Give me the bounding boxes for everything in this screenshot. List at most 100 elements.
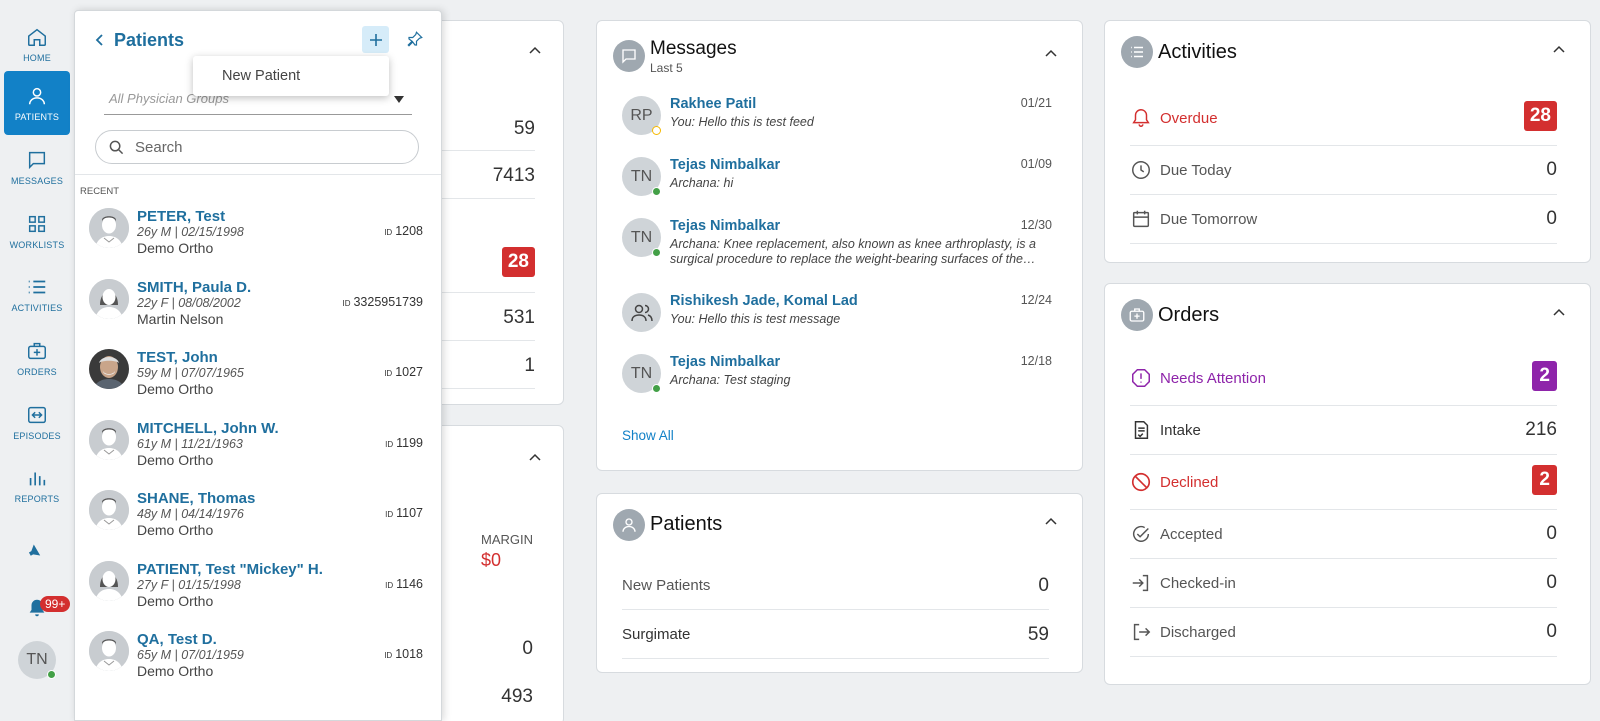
sender-name[interactable]: Tejas Nimbalkar	[670, 354, 780, 370]
id-prefix: ID	[385, 510, 394, 519]
back-chevron-icon[interactable]	[93, 33, 107, 47]
row-label: Accepted	[1160, 525, 1223, 543]
patient-list-item[interactable]: QA, Test D. 65y M | 07/01/1959 Demo Ortho I…	[75, 631, 441, 701]
message-item[interactable]: Rishikesh Jade, Komal Lad 12/24 You: Hello…	[622, 293, 1052, 353]
order-accepted-row[interactable]: Accepted 0	[1130, 510, 1557, 559]
activity-due-today-row[interactable]: Due Today 0	[1130, 146, 1557, 195]
message-date: 12/24	[1020, 293, 1052, 307]
patient-list-item[interactable]: SMITH, Paula D. 22y F | 08/08/2002 Martin …	[75, 278, 441, 349]
new-patient-menu-item[interactable]: New Patient	[222, 68, 300, 84]
chevron-up-icon[interactable]	[527, 450, 543, 466]
nav-reports[interactable]: REPORTS	[4, 453, 70, 517]
patient-name[interactable]: SMITH, Paula D.	[137, 279, 251, 296]
patient-list-item[interactable]: TEST, John 59y M | 07/07/1965 Demo Ortho ID…	[75, 349, 441, 419]
add-patient-button[interactable]	[362, 26, 389, 53]
patient-physician: Demo Ortho	[137, 240, 214, 256]
patient-name[interactable]: PETER, Test	[137, 208, 225, 225]
patient-id-value: 1146	[396, 576, 423, 591]
patient-name[interactable]: TEST, John	[137, 349, 218, 366]
chevron-up-icon[interactable]	[1551, 305, 1567, 321]
row-value: 0	[1546, 523, 1557, 544]
chevron-up-icon[interactable]	[1551, 42, 1567, 58]
nav-messages[interactable]: MESSAGES	[4, 135, 70, 199]
patient-name[interactable]: SHANE, Thomas	[137, 490, 255, 507]
notification-badge: 99+	[40, 596, 71, 612]
patient-list-item[interactable]: PETER, Test 26y M | 02/15/1998 Demo Ortho I…	[75, 208, 441, 278]
patient-list-item[interactable]: MITCHELL, John W. 61y M | 11/21/1963 Demo …	[75, 419, 441, 490]
panel-title: Patients	[114, 30, 185, 50]
message-item[interactable]: TN Tejas Nimbalkar 12/18 Archana: Test stag…	[622, 354, 1052, 414]
clock-icon	[1132, 161, 1150, 179]
patient-avatar	[89, 631, 129, 671]
chevron-up-icon[interactable]	[527, 43, 543, 59]
nav-worklists[interactable]: WORKLISTS	[4, 199, 70, 263]
messages-subtitle: Last 5	[650, 61, 683, 75]
patients-surgimate-row[interactable]: Surgimate 59	[622, 610, 1049, 659]
bar-chart-icon	[26, 467, 48, 489]
needs-attention-badge: 2	[1532, 361, 1557, 391]
order-needs-attention-row[interactable]: Needs Attention 2	[1130, 351, 1557, 406]
nav-patients-label: PATIENTS	[14, 111, 60, 122]
patient-avatar	[89, 278, 129, 319]
id-prefix: ID	[384, 651, 393, 660]
order-discharged-row[interactable]: Discharged 0	[1130, 608, 1557, 657]
patient-list-item[interactable]: SHANE, Thomas 48y M | 04/14/1976 Demo Orth…	[75, 490, 441, 560]
patient-search-input[interactable]: Search	[95, 130, 419, 164]
chevron-up-icon[interactable]	[1043, 514, 1059, 530]
sender-avatar: RP	[622, 96, 661, 135]
row-value: 0	[1546, 572, 1557, 593]
megaphone-icon[interactable]	[26, 539, 48, 561]
patient-physician: Demo Ortho	[137, 592, 214, 609]
status-dot	[652, 384, 661, 393]
sender-initials: RP	[630, 106, 653, 124]
order-checked-in-row[interactable]: Checked-in 0	[1130, 559, 1557, 608]
order-declined-row[interactable]: Declined 2	[1130, 455, 1557, 510]
order-intake-row[interactable]: Intake 216	[1130, 406, 1557, 455]
row-label: New Patients	[622, 576, 711, 594]
bg-value: 493	[501, 686, 533, 707]
nav-activities[interactable]: ACTIVITIES	[4, 262, 70, 326]
bg-value: 59	[513, 118, 535, 139]
messages-title: Messages	[650, 38, 737, 59]
nav-worklists-label: WORKLISTS	[9, 239, 65, 250]
patient-name[interactable]: PATIENT, Test "Mickey" H.	[137, 561, 323, 578]
patients-card-title: Patients	[650, 513, 723, 535]
message-item[interactable]: RP Rakhee Patil 01/21 You: Hello this is te…	[622, 96, 1052, 156]
group-icon	[630, 304, 653, 321]
sender-name[interactable]: Tejas Nimbalkar	[670, 218, 780, 234]
status-dot	[652, 126, 661, 135]
nav-orders[interactable]: ORDERS	[4, 326, 70, 390]
message-item[interactable]: TN Tejas Nimbalkar 01/09 Archana: hi	[622, 157, 1052, 217]
nav-patients[interactable]: PATIENTS	[4, 71, 70, 135]
nav-episodes[interactable]: EPISODES	[4, 390, 70, 454]
sender-name[interactable]: Tejas Nimbalkar	[670, 157, 780, 173]
patient-name[interactable]: MITCHELL, John W.	[137, 420, 279, 437]
activity-overdue-row[interactable]: Overdue 28	[1130, 91, 1557, 146]
message-preview: You: Hello this is test message	[670, 312, 841, 326]
patient-name[interactable]: QA, Test D.	[137, 631, 217, 648]
patient-demographics: 27y F | 01/15/1998	[137, 577, 241, 592]
patient-physician: Demo Ortho	[137, 663, 214, 679]
sender-name[interactable]: Rakhee Patil	[670, 96, 756, 112]
sender-name[interactable]: Rishikesh Jade, Komal Lad	[670, 293, 858, 309]
nav-home[interactable]: HOME	[4, 12, 70, 76]
patients-new-row[interactable]: New Patients 0	[622, 561, 1049, 610]
search-icon	[109, 140, 124, 155]
user-avatar[interactable]: TN	[18, 641, 56, 679]
new-patient-menu: New Patient	[193, 56, 389, 96]
pin-icon[interactable]	[406, 30, 424, 48]
declined-badge: 2	[1532, 465, 1557, 495]
id-prefix: ID	[384, 369, 393, 378]
chevron-up-icon[interactable]	[1043, 46, 1059, 62]
list-icon	[1121, 36, 1153, 68]
row-label: Discharged	[1160, 623, 1236, 641]
row-label: Checked-in	[1160, 574, 1236, 592]
person-icon	[26, 85, 48, 107]
activity-due-tomorrow-row[interactable]: Due Tomorrow 0	[1130, 195, 1557, 244]
message-item[interactable]: TN Tejas Nimbalkar 12/30 Archana: Knee repl…	[622, 218, 1052, 278]
episodes-icon	[26, 404, 48, 426]
show-all-link[interactable]: Show All	[622, 428, 674, 443]
user-initials: TN	[26, 651, 48, 668]
patient-id: ID 1107	[385, 506, 423, 520]
patient-list-item[interactable]: PATIENT, Test "Mickey" H. 27y F | 01/15/1…	[75, 560, 441, 631]
